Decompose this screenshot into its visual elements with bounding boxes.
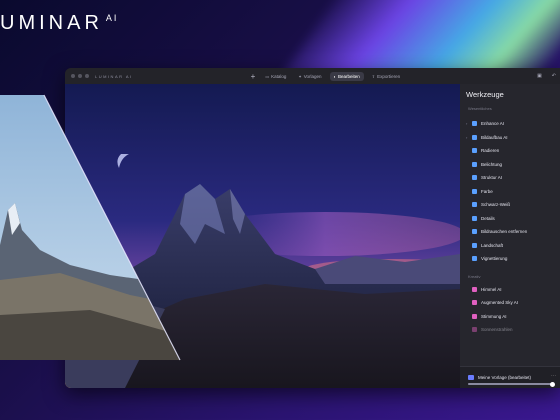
tool-label: Enhance AI <box>481 121 505 127</box>
tool-label: Vignettierung <box>481 256 508 262</box>
more-options-icon[interactable]: ··· <box>551 373 556 379</box>
denoise-icon <box>472 229 477 235</box>
tool-belichtung[interactable]: Belichtung <box>466 158 560 172</box>
tool-label: Farbe <box>481 188 493 194</box>
tool-label: Augmented Sky AI <box>481 300 519 306</box>
mood-icon <box>472 313 477 319</box>
tab-edit[interactable]: ◐ Bearbeiten <box>329 71 364 81</box>
tool-landschaft[interactable]: Landschaft <box>466 239 560 253</box>
tab-label: Katalog <box>271 73 287 79</box>
tool-label: Sonnenstrahlen <box>481 327 513 333</box>
crop-icon <box>472 134 477 140</box>
landscape-icon <box>472 242 477 248</box>
tool-bildaufbau-ai[interactable]: › Bildaufbau AI <box>466 131 560 145</box>
tab-label: Bearbeiten <box>337 73 360 79</box>
sunrays-icon <box>472 327 477 333</box>
tool-bildrauschen[interactable]: Bildrauschen entfernen <box>466 225 560 239</box>
vignette-icon <box>472 256 477 262</box>
panel-title: Werkzeuge <box>466 90 504 99</box>
tool-label: Belichtung <box>481 161 503 167</box>
tool-vignettierung[interactable]: Vignettierung <box>466 252 560 266</box>
brand-logo: UMINAR AI <box>0 12 118 35</box>
slider-handle[interactable] <box>550 381 555 387</box>
slider-fill <box>468 383 554 385</box>
tool-struktur-ai[interactable]: Struktur AI <box>466 171 560 185</box>
preset-icon <box>468 375 474 380</box>
sky-icon <box>472 286 477 292</box>
tool-stimmung-ai[interactable]: Stimmung AI <box>466 310 560 324</box>
zoom-window-dot[interactable] <box>85 74 89 78</box>
tool-enhance-ai[interactable]: › Enhance AI <box>466 117 560 131</box>
tool-label: Stimmung AI <box>481 313 507 319</box>
tool-label: Himmel AI <box>481 286 502 292</box>
app-title: LUMINAR AI <box>95 73 133 79</box>
window-controls <box>71 74 89 78</box>
structure-icon <box>472 175 477 181</box>
add-photos-icon[interactable]: + <box>251 72 256 81</box>
minimize-window-dot[interactable] <box>78 74 82 78</box>
title-bar: LUMINAR AI + ▭ Katalog ✦ Vorlagen ◐ Bear… <box>65 68 560 84</box>
tool-label: Bildrauschen entfernen <box>481 229 528 235</box>
tool-label: Schwarz-Weiß <box>481 202 511 208</box>
undo-icon[interactable]: ↶ <box>552 73 556 79</box>
preset-label: Meine Vorlage (bearbeitet) <box>478 375 532 380</box>
tab-templates[interactable]: ✦ Vorlagen <box>294 72 325 81</box>
bw-icon <box>472 202 477 208</box>
tool-sonnenstrahlen[interactable]: Sonnenstrahlen <box>466 323 560 337</box>
brand-name: UMINAR <box>0 12 103 34</box>
brand-suffix: AI <box>105 13 119 24</box>
color-icon <box>472 188 477 194</box>
tools-panel: Werkzeuge Wesentliches › Enhance AI › Bi… <box>460 84 560 388</box>
tool-label: Radieren <box>481 148 500 154</box>
exposure-icon <box>472 161 477 167</box>
catalog-icon: ▭ <box>265 73 270 79</box>
section-creative: Kreativ <box>468 273 481 279</box>
compare-icon[interactable]: ▣ <box>537 73 542 79</box>
tool-label: Landschaft <box>481 242 504 248</box>
tab-label: Vorlagen <box>303 73 322 79</box>
templates-icon: ✦ <box>298 73 302 79</box>
tool-label: Struktur AI <box>481 175 503 181</box>
tool-augmented-sky[interactable]: Augmented Sky AI <box>466 296 560 310</box>
edit-icon: ◐ <box>333 73 336 79</box>
tool-radieren[interactable]: Radieren <box>466 144 560 158</box>
section-essentials: Wesentliches <box>468 106 492 111</box>
tool-farbe[interactable]: Farbe <box>466 185 560 199</box>
export-icon: ⇪ <box>371 73 376 79</box>
tab-catalog[interactable]: ▭ Katalog <box>261 72 290 81</box>
details-icon <box>472 215 477 221</box>
tool-label: Bildaufbau AI <box>481 134 508 140</box>
preset-amount-slider[interactable] <box>468 381 555 387</box>
augmented-sky-icon <box>472 300 477 306</box>
tool-himmel-ai[interactable]: Himmel AI <box>466 283 560 297</box>
tab-label: Exportieren <box>377 73 401 79</box>
toolbar-right-icons: ▣ ↶ <box>537 73 556 79</box>
main-tabs: ▭ Katalog ✦ Vorlagen ◐ Bearbeiten ⇪ Expo… <box>261 71 404 81</box>
preset-bar[interactable]: Meine Vorlage (bearbeitet) ··· <box>460 366 560 388</box>
close-window-dot[interactable] <box>71 74 75 78</box>
erase-icon <box>472 148 477 154</box>
tool-schwarz-weiss[interactable]: Schwarz-Weiß <box>466 198 560 212</box>
tool-label: Details <box>481 215 495 221</box>
tab-export[interactable]: ⇪ Exportieren <box>368 72 404 81</box>
enhance-icon <box>472 121 477 127</box>
tool-details[interactable]: Details <box>466 212 560 226</box>
